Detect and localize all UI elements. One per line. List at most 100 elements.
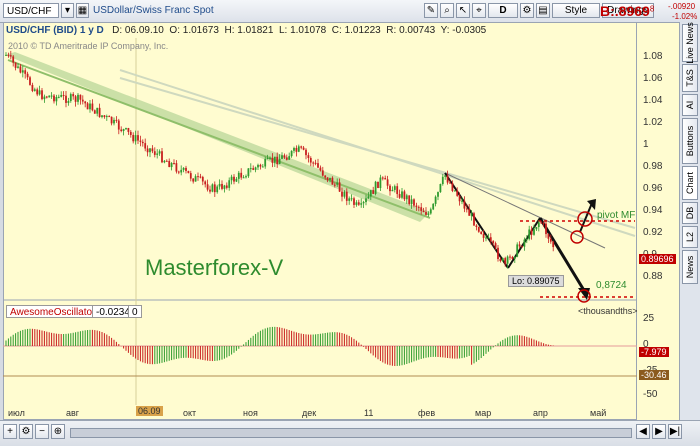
- candle-body: [261, 166, 264, 168]
- x-axis-label: июл: [8, 408, 25, 418]
- x-axis-label: окт: [183, 408, 197, 418]
- info-range: R: 0.00743: [386, 25, 436, 36]
- candle-body: [547, 234, 550, 239]
- zoom-out-icon[interactable]: −: [35, 424, 49, 439]
- candle-body: [401, 191, 403, 198]
- candle-body: [38, 90, 41, 95]
- candle-body: [153, 151, 156, 155]
- candle-body: [437, 192, 439, 197]
- candle-body: [213, 184, 216, 193]
- candle-body: [386, 179, 389, 186]
- candle-body: [307, 155, 310, 159]
- zoom-in-icon[interactable]: ⊕: [51, 424, 65, 439]
- candle-body: [21, 70, 24, 73]
- candle-body: [53, 95, 55, 102]
- candle-body: [24, 70, 27, 74]
- candle-body: [264, 158, 267, 167]
- candle-body: [228, 180, 231, 188]
- candle-body: [271, 157, 274, 163]
- candle-body: [127, 128, 130, 132]
- candle-body: [113, 119, 115, 124]
- oscillator-zero: 0: [128, 305, 142, 318]
- side-tab-news[interactable]: News: [682, 250, 698, 284]
- candle-body: [549, 238, 552, 242]
- candle-body: [134, 135, 137, 142]
- candle-body: [158, 151, 161, 154]
- candle-body: [79, 94, 82, 100]
- candle-body: [329, 177, 331, 181]
- candle-body: [48, 95, 51, 98]
- candle-body: [497, 247, 499, 260]
- candle-body: [185, 167, 187, 171]
- candle-body: [422, 210, 425, 213]
- oscillator-name[interactable]: AwesomeOscillator: [6, 305, 100, 318]
- candle-body: [487, 237, 490, 239]
- candle-body: [77, 94, 79, 102]
- side-tab-ts[interactable]: T&S: [682, 64, 698, 92]
- candle-body: [170, 163, 173, 168]
- scroll-left-icon[interactable]: ◀: [636, 424, 650, 439]
- side-tab-l2[interactable]: L2: [682, 226, 698, 248]
- candle-body: [132, 134, 135, 142]
- candle-body: [173, 163, 175, 165]
- price-scale-label: 1.02: [643, 117, 663, 128]
- candle-body: [516, 244, 519, 257]
- candle-body: [367, 196, 370, 199]
- price-scale-label: 0.96: [643, 183, 663, 194]
- candle-body: [115, 119, 118, 121]
- side-tab-chart[interactable]: Chart: [682, 166, 698, 200]
- candle-body: [326, 177, 329, 181]
- candle-body: [314, 162, 317, 164]
- candle-body: [473, 213, 475, 226]
- candle-body: [197, 176, 199, 178]
- osc-value-tag: -7.979: [639, 347, 669, 357]
- side-tab-live-news[interactable]: Live News: [682, 22, 698, 64]
- candle-body: [180, 169, 183, 173]
- candle-body: [451, 183, 454, 191]
- horizontal-scrollbar[interactable]: [70, 428, 632, 438]
- x-axis-label: мар: [475, 408, 492, 418]
- price-scale-label: 1.04: [643, 95, 663, 106]
- candle-body: [7, 54, 10, 56]
- side-tab-ai[interactable]: AI: [682, 94, 698, 116]
- pivot-label: pivot MF: [597, 210, 636, 221]
- candle-body: [357, 202, 360, 205]
- candle-body: [537, 222, 540, 228]
- candle-body: [465, 208, 468, 210]
- candle-body: [396, 186, 399, 195]
- plus-icon[interactable]: +: [3, 424, 17, 439]
- candle-body: [312, 162, 315, 164]
- candle-body: [393, 186, 396, 190]
- candle-body: [12, 56, 15, 63]
- candle-body: [355, 202, 358, 205]
- candle-body: [93, 110, 96, 114]
- candle-body: [305, 149, 307, 156]
- scroll-end-icon[interactable]: ▶|: [668, 424, 682, 439]
- chart-svg[interactable]: [0, 0, 700, 445]
- x-axis-label: авг: [66, 408, 80, 418]
- candle-body: [362, 202, 365, 204]
- scroll-right-icon[interactable]: ▶: [652, 424, 666, 439]
- price-scale-label: 0.92: [643, 227, 663, 238]
- candle-body: [456, 190, 459, 196]
- side-tab-buttons[interactable]: Buttons: [682, 118, 698, 164]
- price-readout: B:.89698: [600, 3, 654, 19]
- price-scale-label: 1.08: [643, 51, 663, 62]
- candle-body: [458, 195, 461, 202]
- candle-body: [410, 199, 413, 204]
- candle-body: [381, 177, 384, 179]
- side-tab-db[interactable]: DB: [682, 202, 698, 224]
- x-axis-label: ноя: [243, 408, 258, 418]
- candle-body: [389, 185, 391, 192]
- info-high: H: 1.01821: [224, 25, 274, 36]
- candle-body: [405, 195, 408, 200]
- candle-body: [321, 170, 324, 176]
- candle-body: [408, 195, 411, 204]
- settings-icon[interactable]: ⚙: [19, 424, 33, 439]
- candle-body: [530, 229, 533, 235]
- candle-body: [518, 244, 521, 247]
- candle-body: [26, 73, 29, 78]
- candle-body: [149, 148, 151, 153]
- candle-body: [259, 164, 262, 167]
- candle-body: [221, 183, 223, 189]
